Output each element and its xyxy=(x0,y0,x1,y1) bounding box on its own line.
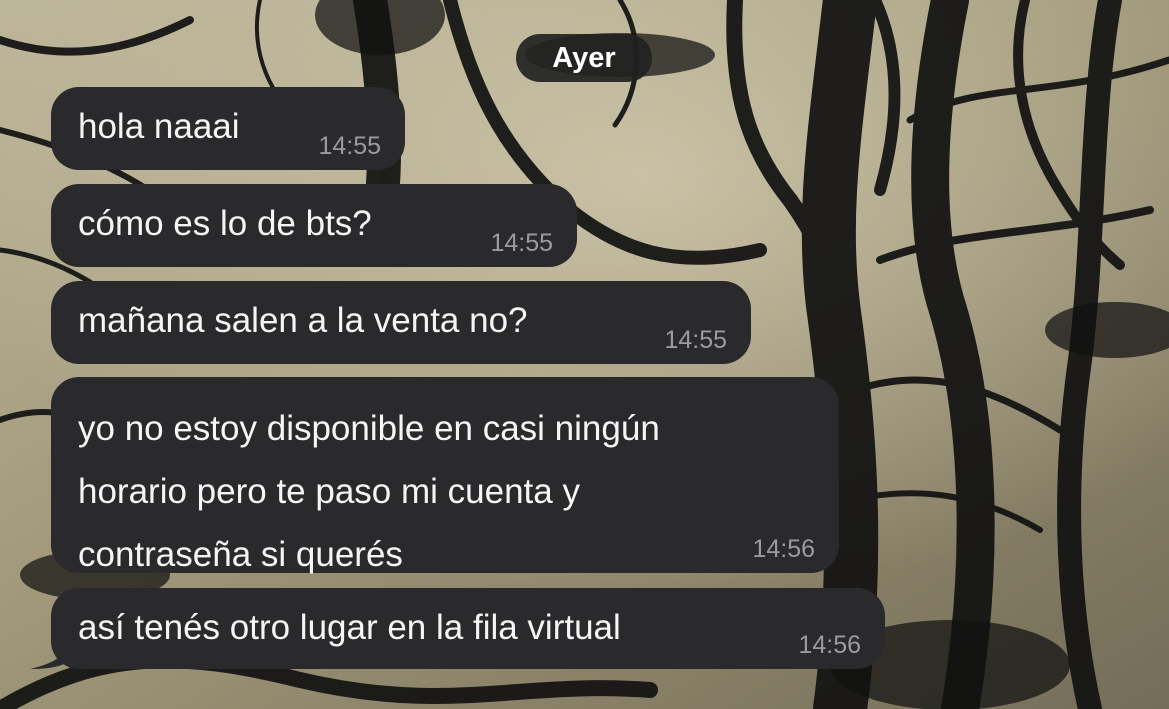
message-time: 14:55 xyxy=(664,326,727,354)
message-time: 14:56 xyxy=(752,535,815,563)
message-text: cómo es lo de bts? xyxy=(78,204,372,243)
message-text: así tenés otro lugar en la fila virtual xyxy=(78,608,621,647)
message-line: yo no estoy disponible en casi ningún xyxy=(78,409,660,448)
message-line: horario pero te paso mi cuenta y xyxy=(78,472,580,511)
message-text: hola naaai xyxy=(78,107,240,146)
date-separator: Ayer xyxy=(516,34,652,82)
message-bubble[interactable]: hola naaai 14:55 xyxy=(51,87,405,170)
message-text: mañana salen a la venta no? xyxy=(78,301,528,340)
message-time: 14:55 xyxy=(318,132,381,160)
message-line: contraseña si querés xyxy=(78,535,403,574)
message-bubble[interactable]: cómo es lo de bts? 14:55 xyxy=(51,184,577,267)
message-time: 14:56 xyxy=(798,631,861,659)
message-text: yo no estoy disponible en casi ningún ho… xyxy=(78,397,660,586)
message-bubble[interactable]: yo no estoy disponible en casi ningún ho… xyxy=(51,377,839,574)
message-bubble[interactable]: mañana salen a la venta no? 14:55 xyxy=(51,281,751,364)
message-time: 14:55 xyxy=(490,229,553,257)
message-bubble[interactable]: así tenés otro lugar en la fila virtual … xyxy=(51,588,885,669)
